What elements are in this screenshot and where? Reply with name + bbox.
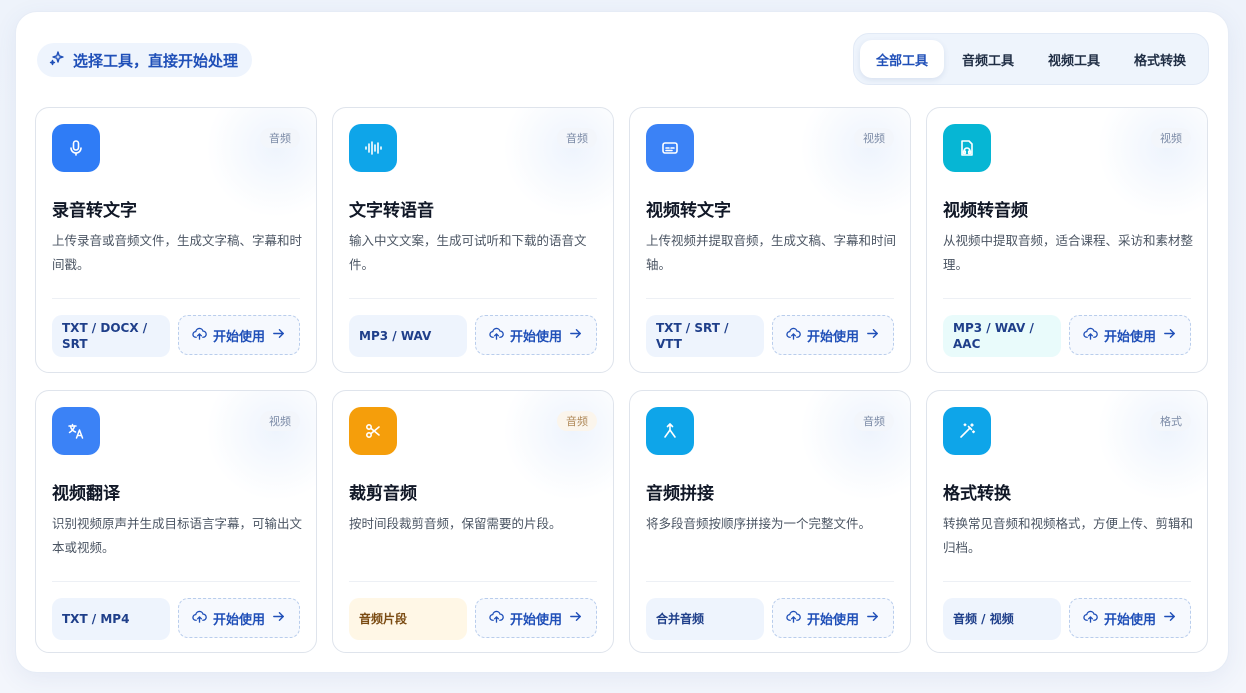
- tab-audio-tools[interactable]: 音频工具: [946, 40, 1030, 78]
- start-button[interactable]: 开始使用: [1069, 598, 1191, 638]
- card-divider: [52, 298, 300, 299]
- start-button[interactable]: 开始使用: [475, 598, 597, 638]
- arrow-right-icon: [271, 326, 286, 345]
- format-badge: 合并音频: [646, 598, 764, 640]
- card-description: 上传录音或音频文件，生成文字稿、字幕和时间戳。: [52, 233, 303, 272]
- category-tag: 视频: [260, 411, 300, 431]
- start-button[interactable]: 开始使用: [772, 598, 894, 638]
- card-divider: [646, 298, 894, 299]
- start-button-label: 开始使用: [806, 612, 859, 628]
- start-button-label: 开始使用: [1103, 612, 1156, 628]
- upload-cloud-icon: [1083, 609, 1098, 628]
- translate-icon: [52, 407, 100, 455]
- arrow-right-icon: [271, 609, 286, 628]
- start-button-label: 开始使用: [212, 329, 265, 345]
- card-title: 录音转文字: [52, 201, 137, 221]
- tool-card-4[interactable]: 视频 视频转音频 从视频中提取音频，适合课程、采访和素材整理。 MP3 / WA…: [926, 107, 1208, 373]
- filter-tabs: 全部工具 音频工具 视频工具 格式转换: [852, 33, 1209, 85]
- arrow-right-icon: [865, 326, 880, 345]
- tool-card-2[interactable]: 音频 文字转语音 输入中文文案，生成可试听和下载的语音文件。 MP3 / WAV…: [332, 107, 614, 373]
- card-description: 转换常见音频和视频格式，方便上传、剪辑和归档。: [943, 516, 1194, 555]
- subtitles-icon: [646, 124, 694, 172]
- section-title: 选择工具，直接开始处理: [73, 51, 239, 70]
- arrow-right-icon: [1162, 609, 1177, 628]
- tool-card-5[interactable]: 视频 视频翻译 识别视频原声并生成目标语言字幕，可输出文本或视频。 TXT / …: [35, 390, 317, 653]
- tool-card-7[interactable]: 音频 音频拼接 将多段音频按顺序拼接为一个完整文件。 合并音频 开始使用: [629, 390, 911, 653]
- card-description: 上传视频并提取音频，生成文稿、字幕和时间轴。: [646, 233, 897, 272]
- start-button[interactable]: 开始使用: [178, 598, 300, 638]
- upload-cloud-icon: [786, 326, 801, 345]
- audio-file-icon: [943, 124, 991, 172]
- upload-cloud-icon: [786, 609, 801, 628]
- card-title: 音频拼接: [646, 484, 714, 504]
- card-title: 视频转文字: [646, 201, 731, 221]
- upload-cloud-icon: [1083, 326, 1098, 345]
- card-divider: [943, 298, 1191, 299]
- card-divider: [349, 581, 597, 582]
- start-button[interactable]: 开始使用: [178, 315, 300, 355]
- category-tag: 音频: [557, 128, 597, 148]
- category-tag: 音频: [854, 411, 894, 431]
- card-title: 格式转换: [943, 484, 1011, 504]
- microphone-icon: [52, 124, 100, 172]
- card-description: 按时间段裁剪音频，保留需要的片段。: [349, 516, 562, 531]
- category-tag: 视频: [854, 128, 894, 148]
- tool-card-1[interactable]: 音频 录音转文字 上传录音或音频文件，生成文字稿、字幕和时间戳。 TXT / D…: [35, 107, 317, 373]
- category-tag: 音频: [260, 128, 300, 148]
- card-divider: [646, 581, 894, 582]
- card-divider: [349, 298, 597, 299]
- card-divider: [943, 581, 1191, 582]
- format-badge: MP3 / WAV: [349, 315, 467, 357]
- card-description: 将多段音频按顺序拼接为一个完整文件。: [646, 516, 872, 531]
- merge-icon: [646, 407, 694, 455]
- category-tag: 音频: [557, 411, 597, 431]
- arrow-right-icon: [1162, 326, 1177, 345]
- tab-format-conversion[interactable]: 格式转换: [1118, 40, 1202, 78]
- sparkle-icon: [49, 50, 65, 70]
- tool-card-3[interactable]: 视频 视频转文字 上传视频并提取音频，生成文稿、字幕和时间轴。 TXT / SR…: [629, 107, 911, 373]
- start-button-label: 开始使用: [509, 329, 562, 345]
- arrow-right-icon: [568, 609, 583, 628]
- card-title: 裁剪音频: [349, 484, 417, 504]
- start-button[interactable]: 开始使用: [772, 315, 894, 355]
- arrow-right-icon: [865, 609, 880, 628]
- card-description: 识别视频原声并生成目标语言字幕，可输出文本或视频。: [52, 516, 303, 555]
- arrow-right-icon: [568, 326, 583, 345]
- card-description: 从视频中提取音频，适合课程、采访和素材整理。: [943, 233, 1194, 272]
- section-header: 选择工具，直接开始处理: [37, 43, 253, 77]
- start-button-label: 开始使用: [509, 612, 562, 628]
- start-button-label: 开始使用: [212, 612, 265, 628]
- upload-cloud-icon: [489, 326, 504, 345]
- start-button[interactable]: 开始使用: [1069, 315, 1191, 355]
- category-tag: 格式: [1151, 411, 1191, 431]
- format-badge: 音频片段: [349, 598, 467, 640]
- card-title: 文字转语音: [349, 201, 434, 221]
- card-description: 输入中文文案，生成可试听和下载的语音文件。: [349, 233, 587, 272]
- format-badge: TXT / SRT / VTT: [646, 315, 764, 357]
- upload-cloud-icon: [192, 609, 207, 628]
- scissors-icon: [349, 407, 397, 455]
- card-title: 视频转音频: [943, 201, 1028, 221]
- format-badge: TXT / DOCX / SRT: [52, 315, 170, 357]
- start-button[interactable]: 开始使用: [475, 315, 597, 355]
- card-divider: [52, 581, 300, 582]
- tool-card-8[interactable]: 格式 格式转换 转换常见音频和视频格式，方便上传、剪辑和归档。 音频 / 视频 …: [926, 390, 1208, 653]
- start-button-label: 开始使用: [1103, 329, 1156, 345]
- format-badge: 音频 / 视频: [943, 598, 1061, 640]
- tab-video-tools[interactable]: 视频工具: [1032, 40, 1116, 78]
- tab-all-tools[interactable]: 全部工具: [859, 40, 944, 78]
- tool-card-6[interactable]: 音频 裁剪音频 按时间段裁剪音频，保留需要的片段。 音频片段 开始使用: [332, 390, 614, 653]
- upload-cloud-icon: [192, 326, 207, 345]
- format-badge: MP3 / WAV / AAC: [943, 315, 1061, 357]
- category-tag: 视频: [1151, 128, 1191, 148]
- magic-wand-icon: [943, 407, 991, 455]
- format-badge: TXT / MP4: [52, 598, 170, 640]
- card-title: 视频翻译: [52, 484, 120, 504]
- upload-cloud-icon: [489, 609, 504, 628]
- waveform-icon: [349, 124, 397, 172]
- tool-grid: 音频 录音转文字 上传录音或音频文件，生成文字稿、字幕和时间戳。 TXT / D…: [35, 107, 1208, 653]
- start-button-label: 开始使用: [806, 329, 859, 345]
